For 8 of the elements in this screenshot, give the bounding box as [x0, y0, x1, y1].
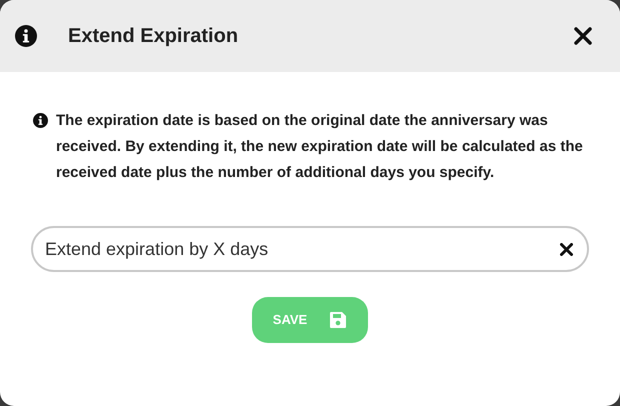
- info-message: The expiration date is based on the original date the anniversary was received. By extending it, the new expiration date will be calculated as the received date plus the number of additional days you specify.: [56, 111, 584, 183]
- info-icon: [33, 113, 48, 128]
- days-input-field[interactable]: Extend expiration by X days: [31, 226, 589, 272]
- close-button[interactable]: [572, 25, 594, 47]
- clear-button[interactable]: [559, 242, 573, 256]
- info-icon: [15, 25, 37, 47]
- save-button[interactable]: SAVE: [252, 297, 368, 343]
- dialog-title: Extend Expiration: [68, 24, 238, 49]
